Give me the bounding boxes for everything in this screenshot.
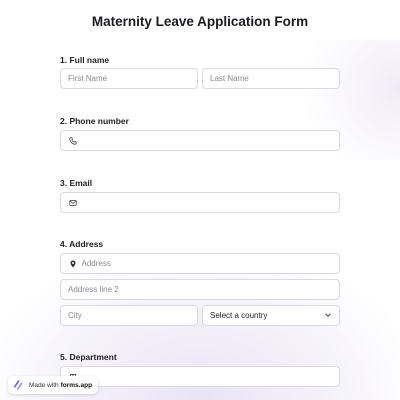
envelope-icon (68, 198, 77, 208)
made-with-badge[interactable]: Made with forms.app (8, 376, 99, 394)
chevron-down-icon (324, 311, 332, 321)
phone-label: 2. Phone number (60, 116, 129, 126)
full-name-label: 1. Full name (60, 55, 110, 65)
phone-field[interactable] (60, 130, 340, 151)
department-input[interactable] (81, 372, 332, 381)
first-name-input[interactable] (68, 74, 190, 83)
map-pin-icon (68, 259, 77, 269)
city-field[interactable] (60, 305, 198, 326)
phone-icon (68, 136, 77, 146)
first-name-field[interactable] (60, 68, 198, 89)
address-input[interactable] (81, 259, 332, 268)
forms-app-logo-icon (12, 379, 24, 391)
last-name-field[interactable] (202, 68, 340, 89)
address-label: 4. Address (60, 239, 104, 249)
email-input[interactable] (81, 198, 332, 207)
address-field[interactable] (60, 253, 340, 274)
department-field[interactable] (60, 366, 340, 387)
email-label: 3. Email (60, 178, 93, 188)
badge-brand: forms.app (60, 381, 93, 389)
phone-input[interactable] (81, 136, 332, 145)
country-select[interactable]: Select a country (202, 305, 340, 326)
department-label: 5. Department (60, 352, 117, 362)
city-input[interactable] (68, 311, 190, 320)
email-field[interactable] (60, 192, 340, 213)
country-select-value: Select a country (210, 311, 268, 320)
form-title: Maternity Leave Application Form (91, 14, 309, 29)
badge-prefix: Made with (29, 381, 59, 389)
address-line2-field[interactable] (60, 279, 340, 300)
address-line2-input[interactable] (68, 285, 332, 294)
last-name-input[interactable] (210, 74, 332, 83)
